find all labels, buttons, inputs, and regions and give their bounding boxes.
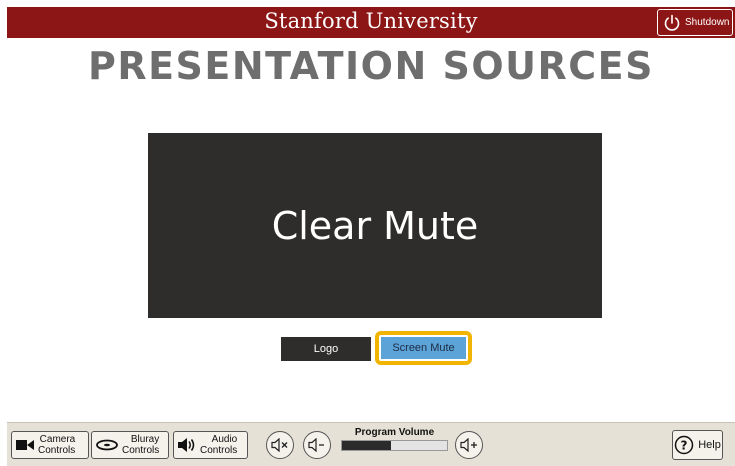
- svg-text:?: ?: [681, 439, 688, 453]
- bluray-label-line2: Controls: [122, 445, 160, 456]
- camera-controls-button[interactable]: Camera Controls: [11, 431, 89, 459]
- control-bar: Camera Controls Bluray Controls Audio Co…: [7, 422, 735, 466]
- shutdown-label: Shutdown: [685, 17, 730, 28]
- program-volume-label: Program Volume: [354, 427, 435, 438]
- camera-label-line2: Controls: [38, 445, 76, 456]
- volume-mute-button[interactable]: [266, 431, 294, 459]
- program-volume-fill: [342, 441, 392, 450]
- main-panel: PRESENTATION SOURCES Clear Mute Logo Scr…: [7, 38, 735, 422]
- selected-source-highlight: Screen Mute: [375, 331, 472, 365]
- video-camera-icon: [16, 440, 34, 450]
- preview-label: Clear Mute: [271, 203, 479, 248]
- bluray-label-line1: Bluray: [130, 434, 160, 445]
- help-button[interactable]: ? Help: [672, 430, 723, 460]
- source-logo-button[interactable]: Logo: [281, 337, 371, 361]
- bluray-controls-button[interactable]: Bluray Controls: [91, 431, 169, 459]
- question-mark-icon: ?: [674, 435, 694, 455]
- audio-label-line1: Audio: [211, 434, 238, 445]
- app-title: Stanford University: [264, 9, 478, 33]
- source-logo-label: Logo: [313, 343, 339, 355]
- volume-up-button[interactable]: [455, 431, 483, 459]
- source-screen-mute-label: Screen Mute: [392, 342, 455, 354]
- speaker-minus-icon: [308, 438, 324, 452]
- source-preview[interactable]: Clear Mute: [148, 133, 602, 318]
- shutdown-button[interactable]: Shutdown: [657, 9, 733, 36]
- source-screen-mute-button[interactable]: Screen Mute: [381, 337, 466, 359]
- speaker-icon: [178, 438, 195, 452]
- speaker-mute-icon: [271, 438, 288, 452]
- bluray-disc-icon: [96, 439, 118, 451]
- power-icon: [664, 14, 680, 31]
- audio-controls-button[interactable]: Audio Controls: [173, 431, 248, 459]
- page-title: PRESENTATION SOURCES: [87, 44, 655, 88]
- speaker-plus-icon: [460, 438, 477, 452]
- program-volume-meter[interactable]: [341, 440, 448, 451]
- audio-label-line2: Controls: [200, 445, 238, 456]
- help-label: Help: [698, 439, 721, 451]
- header-bar: Stanford University Shutdown: [7, 7, 735, 38]
- volume-down-button[interactable]: [303, 431, 331, 459]
- camera-label-line1: Camera: [39, 434, 76, 445]
